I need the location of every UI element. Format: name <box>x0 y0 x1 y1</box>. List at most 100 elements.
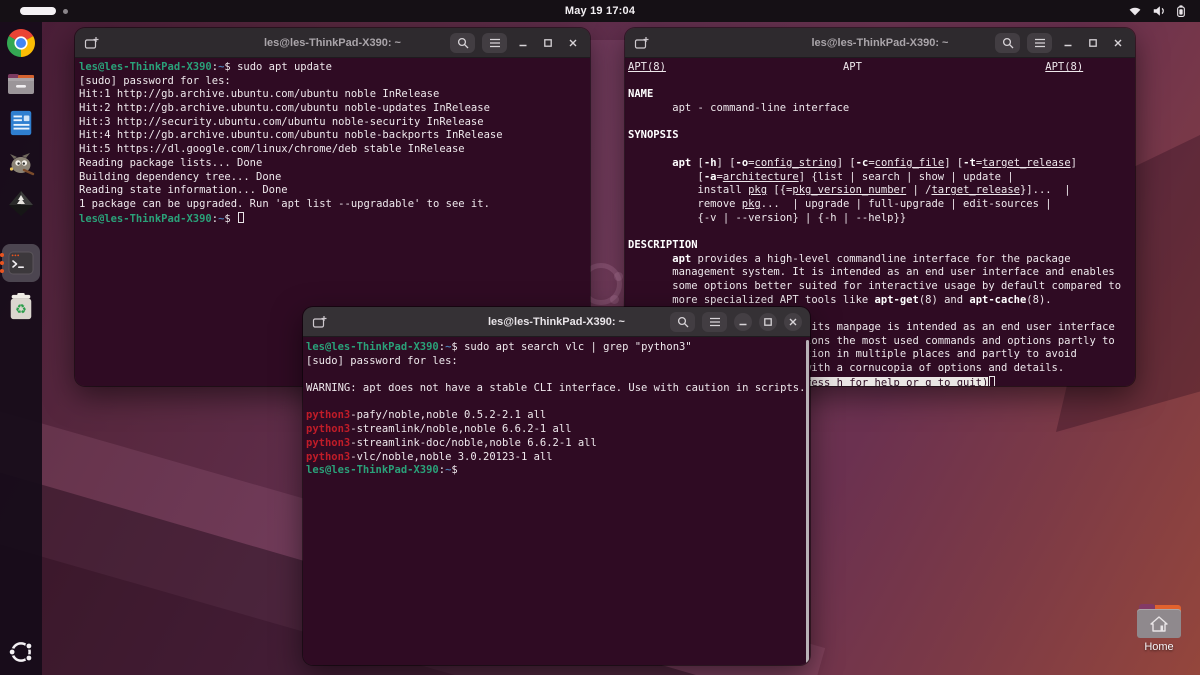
dock: ♻ <box>0 22 42 675</box>
dock-item-inkscape[interactable] <box>4 186 38 220</box>
minimize-button[interactable] <box>1059 34 1077 52</box>
terminal-line: install pkg [{=pkg_version_number | /tar… <box>628 184 1135 198</box>
terminal-line: apt - command-line interface <box>628 102 1135 116</box>
search-icon <box>457 37 469 49</box>
dock-item-trash[interactable]: ♻ <box>4 290 38 324</box>
minimize-button[interactable] <box>734 313 752 331</box>
hamburger-menu-icon <box>709 317 721 327</box>
trash-icon: ♻ <box>7 292 35 322</box>
terminal-line: les@les-ThinkPad-X390:~$ <box>306 464 810 478</box>
terminal-line: Hit:1 http://gb.archive.ubuntu.com/ubunt… <box>79 88 590 102</box>
terminal-line: python3-streamlink/noble,noble 6.6.2-1 a… <box>306 423 810 437</box>
terminal-content[interactable]: les@les-ThinkPad-X390:~$ sudo apt search… <box>303 337 810 665</box>
maximize-button[interactable] <box>539 34 557 52</box>
new-tab-icon <box>634 36 650 50</box>
terminal-line: APT(8) APT APT(8) <box>628 61 1135 75</box>
terminal-line: python3-vlc/noble,noble 3.0.20123-1 all <box>306 451 810 465</box>
terminal-icon <box>6 248 36 278</box>
terminal-line: les@les-ThinkPad-X390:~$ sudo apt update <box>79 61 590 75</box>
dock-item-files[interactable] <box>4 66 38 100</box>
system-tray[interactable] <box>1128 0 1186 22</box>
cursor <box>989 376 995 386</box>
maximize-button[interactable] <box>759 313 777 331</box>
new-tab-button[interactable] <box>84 36 100 50</box>
close-button[interactable] <box>784 313 802 331</box>
svg-text:♻: ♻ <box>15 303 27 318</box>
search-icon <box>677 316 689 328</box>
home-icon-label: Home <box>1144 641 1173 653</box>
menu-button[interactable] <box>1027 33 1052 53</box>
terminal-line: remove pkg... | upgrade | full-upgrade |… <box>628 198 1135 212</box>
files-folder-icon <box>6 68 36 98</box>
terminal-line <box>628 75 1135 89</box>
search-button[interactable] <box>450 33 475 53</box>
scrollbar[interactable] <box>806 340 809 663</box>
ubuntu-logo-icon <box>9 640 33 664</box>
search-button[interactable] <box>995 33 1020 53</box>
titlebar[interactable]: les@les-ThinkPad-X390: ~ <box>75 28 590 58</box>
dock-item-terminal[interactable] <box>2 244 40 282</box>
battery-icon <box>1176 4 1186 18</box>
writer-document-icon <box>7 109 35 137</box>
terminal-line: more specialized APT tools like apt-get(… <box>628 294 1135 308</box>
top-bar: May 19 17:04 <box>0 0 1200 22</box>
terminal-line: les@les-ThinkPad-X390:~$ <box>79 212 590 226</box>
terminal-line: Building dependency tree... Done <box>79 171 590 185</box>
close-button[interactable] <box>564 34 582 52</box>
chrome-icon <box>6 28 36 58</box>
dock-item-libreoffice-writer[interactable] <box>4 106 38 140</box>
search-icon <box>1002 37 1014 49</box>
show-apps-button[interactable] <box>4 635 38 669</box>
close-icon <box>788 317 798 327</box>
minimize-icon <box>518 38 528 48</box>
terminal-line: management system. It is intended as an … <box>628 266 1135 280</box>
maximize-icon <box>1088 38 1098 48</box>
close-button[interactable] <box>1109 34 1127 52</box>
desktop-icon-home[interactable]: Home <box>1133 604 1185 662</box>
menu-button[interactable] <box>482 33 507 53</box>
terminal-line <box>628 116 1135 130</box>
terminal-line: WARNING: apt does not have a stable CLI … <box>306 382 810 396</box>
cursor <box>238 212 244 223</box>
gimp-icon <box>6 148 36 178</box>
titlebar[interactable]: les@les-ThinkPad-X390: ~ <box>303 307 810 337</box>
terminal-window-apt-search: les@les-ThinkPad-X390: ~ les@les-ThinkPa… <box>303 307 810 665</box>
terminal-line: SYNOPSIS <box>628 129 1135 143</box>
search-button[interactable] <box>670 312 695 332</box>
dock-item-google-chrome[interactable] <box>4 26 38 60</box>
minimize-icon <box>738 317 748 327</box>
close-icon <box>568 38 578 48</box>
running-window-dots <box>0 253 4 273</box>
volume-icon <box>1152 5 1166 17</box>
maximize-button[interactable] <box>1084 34 1102 52</box>
new-tab-icon <box>312 315 328 329</box>
dock-item-gimp[interactable] <box>4 146 38 180</box>
terminal-line: python3-streamlink-doc/noble,noble 6.6.2… <box>306 437 810 451</box>
minimize-button[interactable] <box>514 34 532 52</box>
terminal-line: [sudo] password for les: <box>79 75 590 89</box>
terminal-line: NAME <box>628 88 1135 102</box>
terminal-line: {-v | --version} | {-h | --help}} <box>628 212 1135 226</box>
home-folder-icon <box>1137 604 1181 638</box>
terminal-line <box>306 396 810 410</box>
terminal-line: Reading state information... Done <box>79 184 590 198</box>
terminal-line <box>306 368 810 382</box>
terminal-line <box>628 225 1135 239</box>
menu-button[interactable] <box>702 312 727 332</box>
terminal-line: [-a=architecture] {list | search | show … <box>628 171 1135 185</box>
maximize-icon <box>543 38 553 48</box>
clock[interactable]: May 19 17:04 <box>0 5 1200 17</box>
terminal-line: Hit:2 http://gb.archive.ubuntu.com/ubunt… <box>79 102 590 116</box>
terminal-line: apt provides a high-level commandline in… <box>628 253 1135 267</box>
close-icon <box>1113 38 1123 48</box>
new-tab-button[interactable] <box>312 315 328 329</box>
terminal-line <box>628 143 1135 157</box>
titlebar[interactable]: les@les-ThinkPad-X390: ~ <box>625 28 1135 58</box>
terminal-line: some options better suited for interacti… <box>628 280 1135 294</box>
new-tab-button[interactable] <box>634 36 650 50</box>
new-tab-icon <box>84 36 100 50</box>
terminal-line: les@les-ThinkPad-X390:~$ sudo apt search… <box>306 341 810 355</box>
house-glyph <box>1137 609 1181 638</box>
desktop: May 19 17:04 <box>0 0 1200 675</box>
terminal-line: [sudo] password for les: <box>306 355 810 369</box>
